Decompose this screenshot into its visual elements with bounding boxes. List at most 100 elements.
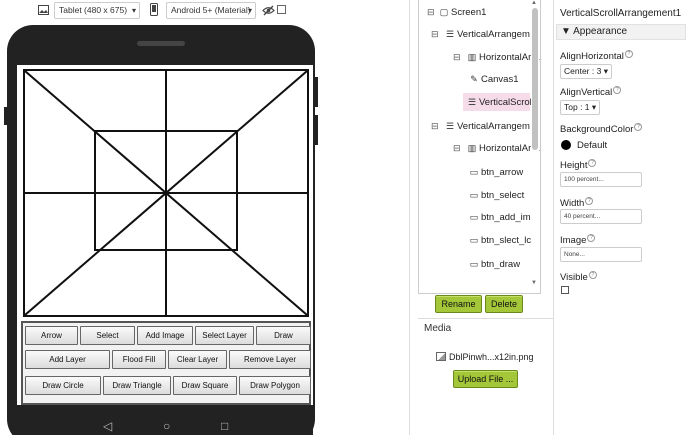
scrollbar-thumb[interactable] xyxy=(532,8,538,150)
help-icon[interactable]: ? xyxy=(585,197,594,205)
help-icon[interactable]: ? xyxy=(587,234,596,242)
tree-item-label: Screen1 xyxy=(451,7,487,18)
tree-item-horizontalarran[interactable]: ⊟ ▥ HorizontalArran xyxy=(453,48,540,66)
background-color-swatch[interactable] xyxy=(561,140,571,150)
tree-item-canvas1[interactable]: ✎ Canvas1 xyxy=(465,70,518,88)
flood-fill-button[interactable]: Flood Fill xyxy=(112,350,166,369)
select-layer-button[interactable]: Select Layer xyxy=(195,326,254,345)
visible-checkbox[interactable] xyxy=(561,286,569,294)
help-icon[interactable]: ? xyxy=(634,123,643,131)
width-field[interactable]: 40 percent... xyxy=(560,209,642,224)
background-color-value[interactable]: Default xyxy=(577,140,607,151)
scroll-up-icon[interactable]: ▲ xyxy=(531,0,537,6)
tree-item-verticalscrol[interactable]: ☰ VerticalScrol xyxy=(463,93,532,111)
components-tree: ⊟ ▢ Screen1 ⊟ ☰ VerticalArrangem ⊟ ▥ HorizontalA… xyxy=(418,0,541,294)
button-row-1: Arrow Select Add Image Select Layer Draw xyxy=(25,326,311,345)
draw-triangle-button[interactable]: Draw Triangle xyxy=(103,376,171,395)
vertical-arrangement-icon: ☰ xyxy=(445,29,455,39)
tree-item-label: VerticalArrangem xyxy=(457,29,530,40)
image-file-icon xyxy=(436,352,446,361)
rename-button[interactable]: Rename xyxy=(435,295,482,313)
align-horizontal-select[interactable]: Center : 3 ▾ xyxy=(560,64,612,79)
height-field[interactable]: 100 percent... xyxy=(560,172,642,187)
tree-item-label: btn_select xyxy=(481,190,525,201)
help-icon[interactable]: ? xyxy=(588,159,597,167)
button-icon: ▭ xyxy=(469,235,479,245)
tree-item-btn-select[interactable]: ▭ btn_select xyxy=(465,186,525,204)
home-icon: ○ xyxy=(163,419,171,433)
properties-title: VerticalScrollArrangement1 xyxy=(560,8,682,19)
phone-speaker xyxy=(137,41,185,46)
device-size-value: Tablet (480 x 675) xyxy=(59,5,128,15)
button-row-2: Add Layer Flood Fill Clear Layer Remove … xyxy=(25,350,311,369)
back-icon: ◁ xyxy=(103,419,113,433)
collapse-toggle-icon[interactable]: ⊟ xyxy=(431,122,439,131)
collapse-toggle-icon[interactable]: ⊟ xyxy=(431,30,439,39)
appearance-section-label: Appearance xyxy=(573,26,628,37)
tree-item-btn-slect-lc[interactable]: ▭ btn_slect_lc xyxy=(465,231,531,249)
theme-select[interactable]: Android 5+ (Material) ▾ xyxy=(166,2,256,19)
align-horizontal-label: AlignHorizontal? xyxy=(560,50,633,62)
clear-layer-button[interactable]: Clear Layer xyxy=(168,350,227,369)
tree-item-screen1[interactable]: ⊟ ▢ Screen1 xyxy=(425,3,486,21)
align-vertical-select[interactable]: Top : 1 ▾ xyxy=(560,100,601,115)
draw-circle-button[interactable]: Draw Circle xyxy=(25,376,101,395)
phone-side-button xyxy=(314,115,318,145)
image-field[interactable]: None... xyxy=(560,247,642,262)
tree-item-label: btn_arrow xyxy=(481,167,524,178)
media-divider xyxy=(418,318,553,319)
panel-divider xyxy=(553,0,554,435)
viewer-toolbar: Tablet (480 x 675) ▾ Android 5+ (Materia… xyxy=(0,0,410,22)
tree-scrollbar[interactable]: ▲ ▼ xyxy=(531,0,539,293)
tree-item-verticalarrangem[interactable]: ⊟ ☰ VerticalArrangem xyxy=(431,25,530,43)
android-nav-bar: ◁ ○ □ xyxy=(17,405,313,435)
chevron-down-icon: ▾ xyxy=(247,6,252,15)
canvas-drawing xyxy=(25,71,307,315)
screen-icon: ▢ xyxy=(439,7,449,17)
upload-file-button[interactable]: Upload File ... xyxy=(453,370,518,388)
triangle-down-icon: ▼ xyxy=(561,26,571,37)
draw-square-button[interactable]: Draw Square xyxy=(173,376,237,395)
eye-off-icon[interactable] xyxy=(262,5,275,19)
phone-screen: Arrow Select Add Image Select Layer Draw… xyxy=(17,65,313,405)
tree-item-label: VerticalScrol xyxy=(479,97,532,108)
image-label: Image? xyxy=(560,234,596,246)
canvas1[interactable] xyxy=(23,69,309,317)
phone-side-button xyxy=(4,107,8,125)
help-icon[interactable]: ? xyxy=(588,271,597,279)
delete-button[interactable]: Delete xyxy=(485,295,523,313)
add-image-button[interactable]: Add Image xyxy=(137,326,193,345)
hidden-components-checkbox[interactable] xyxy=(277,5,286,14)
button-panel: Arrow Select Add Image Select Layer Draw… xyxy=(21,321,311,405)
vertical-arrangement-icon: ☰ xyxy=(445,121,455,131)
remove-layer-button[interactable]: Remove Layer xyxy=(229,350,311,369)
select-button[interactable]: Select xyxy=(80,326,135,345)
tree-item-verticalarrangem[interactable]: ⊟ ☰ VerticalArrangem xyxy=(431,117,530,135)
phone-icon[interactable] xyxy=(150,3,158,19)
help-icon[interactable]: ? xyxy=(613,86,622,94)
device-size-select[interactable]: Tablet (480 x 675) ▾ xyxy=(54,2,140,19)
theme-value: Android 5+ (Material) xyxy=(171,5,251,15)
help-icon[interactable]: ? xyxy=(624,50,633,58)
button-icon: ▭ xyxy=(469,259,479,269)
collapse-toggle-icon[interactable]: ⊟ xyxy=(453,144,461,153)
media-file-item[interactable]: DblPinwh...x12in.png xyxy=(436,352,534,362)
scroll-down-icon[interactable]: ▼ xyxy=(531,280,537,286)
add-layer-button[interactable]: Add Layer xyxy=(25,350,110,369)
tree-item-btn-draw[interactable]: ▭ btn_draw xyxy=(465,255,520,273)
collapse-toggle-icon[interactable]: ⊟ xyxy=(427,8,435,17)
app-inventor-designer: Tablet (480 x 675) ▾ Android 5+ (Materia… xyxy=(0,0,690,435)
image-icon[interactable] xyxy=(38,5,49,18)
arrow-button[interactable]: Arrow xyxy=(25,326,78,345)
visible-label: Visible? xyxy=(560,271,597,283)
phone-preview: Arrow Select Add Image Select Layer Draw… xyxy=(4,25,318,435)
draw-button[interactable]: Draw xyxy=(256,326,311,345)
tree-item-btn-arrow[interactable]: ▭ btn_arrow xyxy=(465,163,524,181)
tree-item-btn-add-im[interactable]: ▭ btn_add_im xyxy=(465,208,531,226)
horizontal-arrangement-icon: ▥ xyxy=(467,52,477,62)
draw-polygon-button[interactable]: Draw Polygon xyxy=(239,376,311,395)
appearance-section-header[interactable]: ▼ Appearance xyxy=(556,24,686,40)
collapse-toggle-icon[interactable]: ⊟ xyxy=(453,53,461,62)
tree-item-horizontalarran[interactable]: ⊟ ▥ HorizontalArran xyxy=(453,139,540,157)
align-vertical-label: AlignVertical? xyxy=(560,86,622,98)
